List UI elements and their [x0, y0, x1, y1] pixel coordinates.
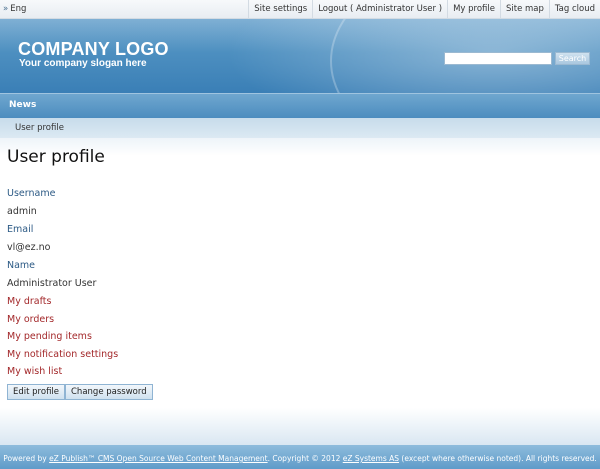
company-logo[interactable]: COMPANY LOGO — [18, 39, 169, 60]
page-title: User profile — [7, 147, 105, 167]
company-slogan: Your company slogan here — [19, 58, 147, 69]
footer-prefix: Powered by — [3, 454, 50, 463]
footer-copyright: . Copyright © 2012 — [267, 454, 343, 463]
ez-publish-link[interactable]: eZ Publish™ CMS Open Source Web Content … — [49, 454, 268, 463]
top-bar: » Eng Site settings Logout ( Administrato… — [0, 0, 600, 19]
change-password-button[interactable]: Change password — [65, 384, 153, 400]
breadcrumb: User profile — [0, 118, 600, 138]
search-input[interactable] — [444, 52, 552, 65]
double-chevron-right-icon: » — [3, 4, 9, 14]
site-settings-link[interactable]: Site settings — [248, 0, 312, 18]
site-footer: Powered by eZ Publish™ CMS Open Source W… — [0, 445, 600, 469]
site-header: COMPANY LOGO Your company slogan here Se… — [0, 19, 600, 93]
tag-cloud-link[interactable]: Tag cloud — [548, 0, 600, 18]
name-value: Administrator User — [7, 278, 97, 289]
logout-link[interactable]: Logout ( Administrator User ) — [312, 0, 447, 18]
footer-suffix: (except where otherwise noted). All righ… — [399, 454, 597, 463]
footer-gradient — [0, 408, 600, 445]
my-notification-settings-link[interactable]: My notification settings — [7, 349, 118, 360]
top-links: Site settings Logout ( Administrator Use… — [248, 0, 600, 18]
email-label: Email — [7, 224, 34, 235]
username-value: admin — [7, 206, 37, 217]
my-pending-items-link[interactable]: My pending items — [7, 331, 92, 342]
main-navigation: News — [0, 93, 600, 118]
my-profile-link[interactable]: My profile — [447, 0, 500, 18]
language-selector[interactable]: » Eng — [3, 4, 26, 14]
my-wish-list-link[interactable]: My wish list — [7, 366, 62, 377]
ez-systems-link[interactable]: eZ Systems AS — [343, 454, 399, 463]
search-button[interactable]: Search — [555, 52, 590, 65]
main-content: User profile Username admin Email vl@ez.… — [0, 138, 600, 409]
breadcrumb-item-user-profile: User profile — [15, 123, 64, 133]
name-label: Name — [7, 260, 36, 271]
edit-profile-button[interactable]: Edit profile — [7, 384, 66, 400]
footer-text: Powered by eZ Publish™ CMS Open Source W… — [0, 454, 600, 463]
nav-item-news[interactable]: News — [9, 100, 36, 110]
my-orders-link[interactable]: My orders — [7, 314, 54, 325]
my-drafts-link[interactable]: My drafts — [7, 296, 51, 307]
email-value: vl@ez.no — [7, 242, 51, 253]
language-label: Eng — [10, 4, 27, 14]
username-label: Username — [7, 188, 56, 199]
site-map-link[interactable]: Site map — [499, 0, 549, 18]
